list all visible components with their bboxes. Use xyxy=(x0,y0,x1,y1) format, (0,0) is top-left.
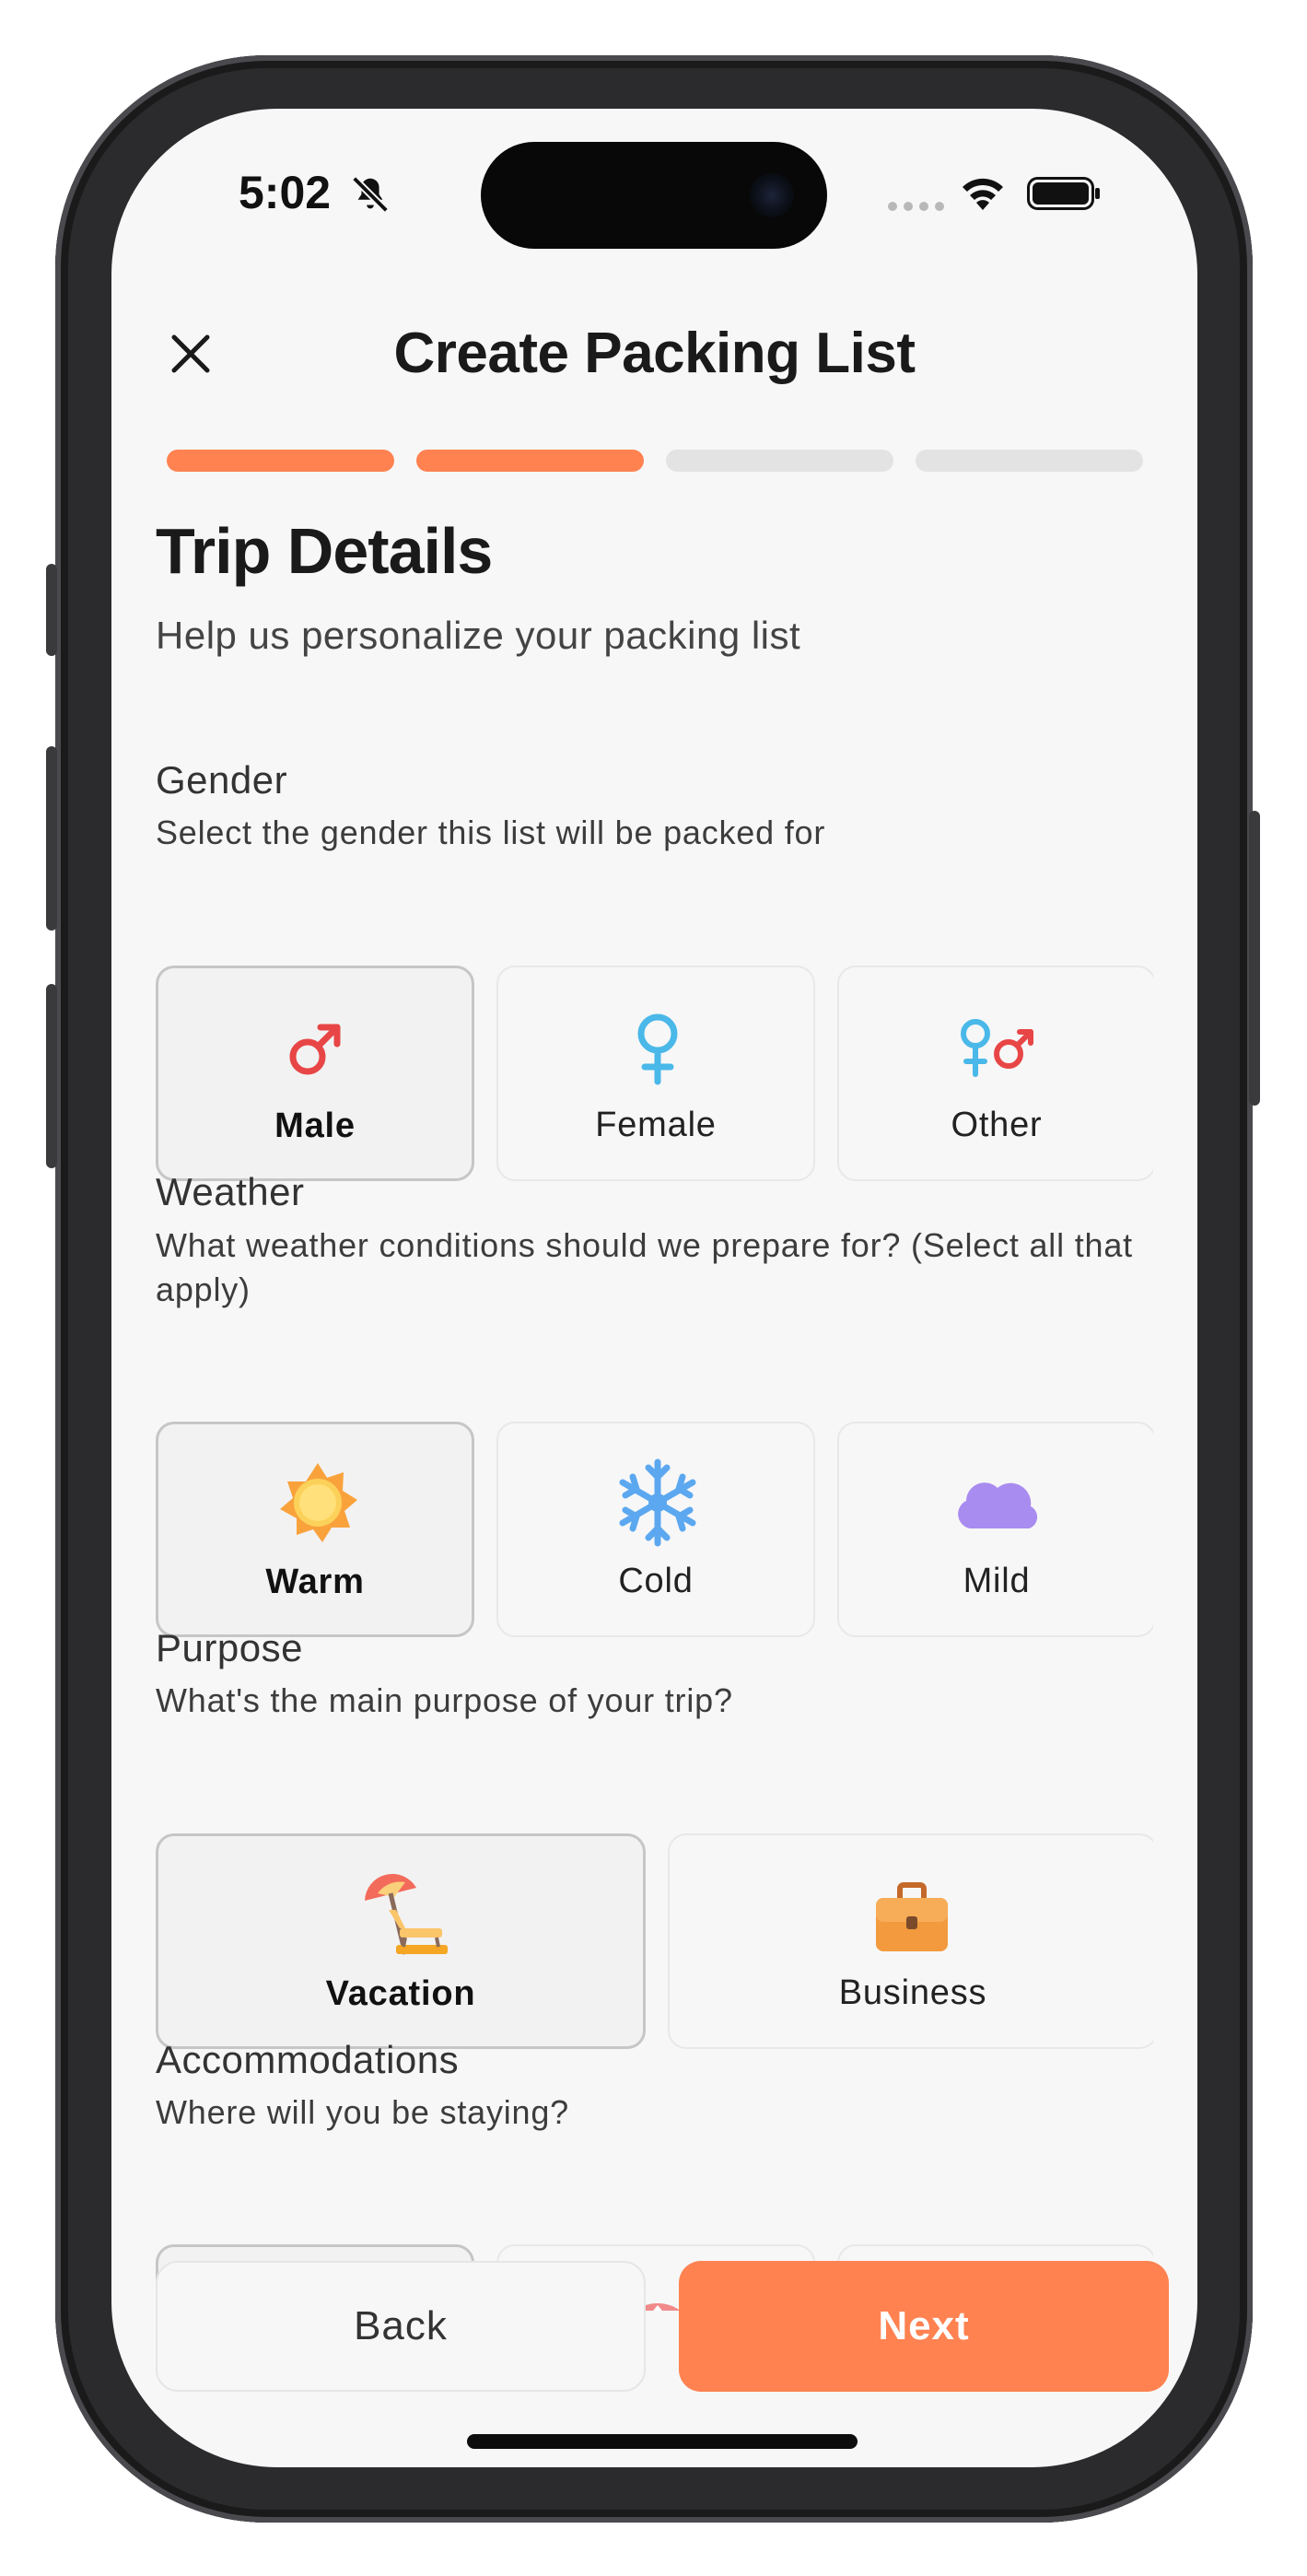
gender-option-other[interactable]: Other xyxy=(837,966,1153,1181)
option-label: Business xyxy=(838,1973,987,2012)
home-indicator[interactable] xyxy=(467,2434,858,2449)
briefcase-icon xyxy=(876,1882,948,1951)
progress-step-2 xyxy=(416,450,644,472)
accommodations-description: Where will you be staying? xyxy=(156,2093,570,2131)
volume-down-button xyxy=(46,984,57,1168)
gender-description: Select the gender this list will be pack… xyxy=(156,814,826,851)
signal-dots-icon xyxy=(888,202,944,211)
volume-up-button xyxy=(46,746,57,931)
purpose-title: Purpose xyxy=(156,1626,303,1669)
snowflake-icon xyxy=(619,1458,696,1547)
accommodations-title: Accommodations xyxy=(156,2038,460,2081)
cloud-icon xyxy=(958,1482,1038,1528)
form-content[interactable]: Trip Details Help us personalize your pa… xyxy=(156,514,1153,2311)
option-label: Other xyxy=(951,1106,1043,1144)
option-label: Warm xyxy=(265,1563,365,1601)
action-button xyxy=(46,564,57,656)
page-title: Create Packing List xyxy=(393,322,916,385)
progress-step-1 xyxy=(167,450,394,472)
next-button[interactable]: Next xyxy=(679,2261,1169,2392)
other-gender-icon xyxy=(961,1019,1033,1077)
step-progress xyxy=(167,450,1143,472)
weather-option-warm[interactable]: Warm xyxy=(156,1422,474,1637)
weather-description: What weather conditions should we prepar… xyxy=(156,1226,1133,1308)
section-heading: Trip Details xyxy=(156,515,493,587)
beach-umbrella-icon xyxy=(365,1873,448,1955)
bell-slash-icon xyxy=(352,176,389,213)
purpose-option-vacation[interactable]: Vacation xyxy=(156,1833,646,2049)
battery-icon xyxy=(1027,177,1100,210)
progress-step-3 xyxy=(666,450,893,472)
weather-option-mild[interactable]: Mild xyxy=(837,1422,1153,1637)
back-button[interactable]: Back xyxy=(156,2261,646,2392)
purpose-option-business[interactable]: Business xyxy=(668,1833,1153,2049)
gender-title: Gender xyxy=(156,758,288,802)
wifi-icon xyxy=(963,178,1003,210)
male-symbol-icon xyxy=(289,1024,341,1075)
option-label: Female xyxy=(595,1106,717,1144)
status-time: 5:02 xyxy=(239,167,332,218)
app-screen: 5:02 Create Packing List Trip Details He… xyxy=(111,109,1197,2467)
gender-option-female[interactable]: Female xyxy=(496,966,815,1181)
option-label: Male xyxy=(274,1107,356,1145)
gender-option-male[interactable]: Male xyxy=(156,966,474,1181)
front-camera xyxy=(750,173,794,217)
purpose-description: What's the main purpose of your trip? xyxy=(156,1681,733,1719)
progress-step-4 xyxy=(916,450,1143,472)
option-label: Mild xyxy=(963,1562,1031,1600)
section-subtitle: Help us personalize your packing list xyxy=(156,614,801,657)
power-button xyxy=(1249,811,1260,1106)
weather-title: Weather xyxy=(156,1170,305,1213)
weather-option-cold[interactable]: Cold xyxy=(496,1422,815,1637)
option-label: Vacation xyxy=(325,1974,476,2013)
female-symbol-icon xyxy=(637,1013,678,1085)
option-label: Cold xyxy=(618,1562,694,1600)
dynamic-island xyxy=(481,142,827,249)
sun-icon xyxy=(280,1463,357,1542)
